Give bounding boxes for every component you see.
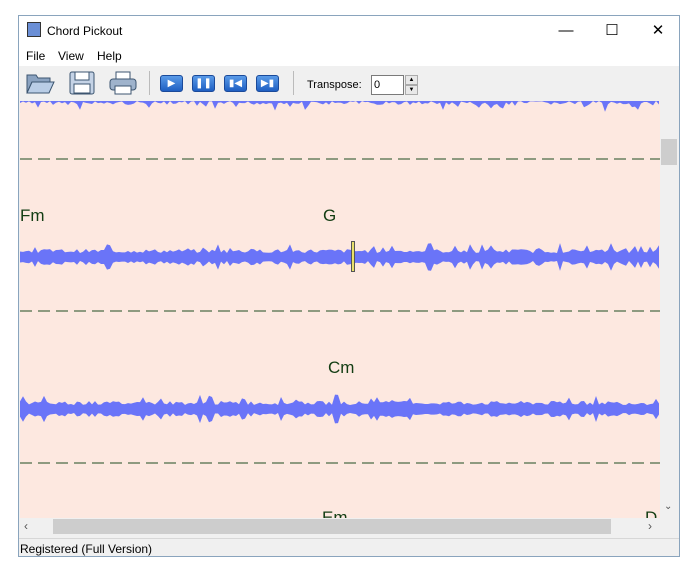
pause-icon: ❚❚: [195, 78, 212, 89]
scroll-left-icon[interactable]: ‹: [24, 519, 28, 533]
menu-file[interactable]: File: [26, 49, 45, 63]
vertical-scroll-thumb[interactable]: [661, 139, 677, 165]
transpose-down-button[interactable]: ▼: [405, 85, 418, 95]
scroll-down-icon[interactable]: ⌄: [664, 501, 672, 512]
waveform-canvas: [20, 101, 660, 464]
maximize-button[interactable]: ☐: [589, 16, 635, 46]
menu-bar: File View Help: [19, 46, 679, 66]
play-icon: ▶: [167, 78, 176, 89]
menu-help[interactable]: Help: [97, 49, 122, 63]
previous-button[interactable]: ▮◀: [224, 75, 247, 92]
open-folder-icon[interactable]: [25, 71, 55, 95]
chord-label: G: [323, 206, 337, 225]
close-icon: ✕: [651, 22, 665, 39]
chord-waveform-view[interactable]: Fm G Cm Em D: [20, 101, 660, 518]
waveform-track: [20, 394, 659, 424]
app-icon: [27, 22, 41, 37]
next-icon: ▶▮: [260, 78, 275, 89]
close-button[interactable]: ✕: [635, 16, 681, 46]
transpose-label: Transpose:: [307, 79, 362, 91]
horizontal-scrollbar[interactable]: ‹ ›: [20, 518, 660, 535]
app-window: Chord Pickout — ☐ ✕ File View Help ▶ ❚❚ …: [18, 15, 680, 557]
previous-icon: ▮◀: [228, 78, 243, 89]
waveform-track: [20, 101, 659, 112]
transpose-input[interactable]: [371, 75, 404, 95]
chord-label: Cm: [328, 358, 355, 377]
minimize-icon: —: [558, 22, 574, 39]
next-button[interactable]: ▶▮: [256, 75, 279, 92]
chord-label: Em: [322, 508, 348, 518]
title-bar: Chord Pickout — ☐ ✕: [19, 16, 679, 46]
vertical-scrollbar[interactable]: ⌄: [660, 101, 678, 518]
status-text: Registered (Full Version): [20, 542, 153, 556]
save-icon[interactable]: [67, 71, 97, 95]
toolbar: ▶ ❚❚ ▮◀ ▶▮ Transpose: ▲ ▼: [19, 66, 679, 100]
chord-label: Fm: [20, 206, 45, 225]
scroll-right-icon[interactable]: ›: [648, 519, 652, 533]
playback-cursor[interactable]: [351, 241, 355, 272]
maximize-icon: ☐: [605, 22, 619, 39]
transpose-up-button[interactable]: ▲: [405, 75, 418, 85]
print-icon[interactable]: [108, 71, 138, 95]
play-button[interactable]: ▶: [160, 75, 183, 92]
waveform-track: [20, 243, 659, 271]
horizontal-scroll-thumb[interactable]: [53, 519, 611, 534]
pause-button[interactable]: ❚❚: [192, 75, 215, 92]
menu-view[interactable]: View: [58, 49, 84, 63]
window-title: Chord Pickout: [47, 24, 123, 38]
chord-label: D: [645, 508, 658, 518]
status-bar: Registered (Full Version): [19, 538, 679, 557]
minimize-button[interactable]: —: [543, 16, 589, 46]
